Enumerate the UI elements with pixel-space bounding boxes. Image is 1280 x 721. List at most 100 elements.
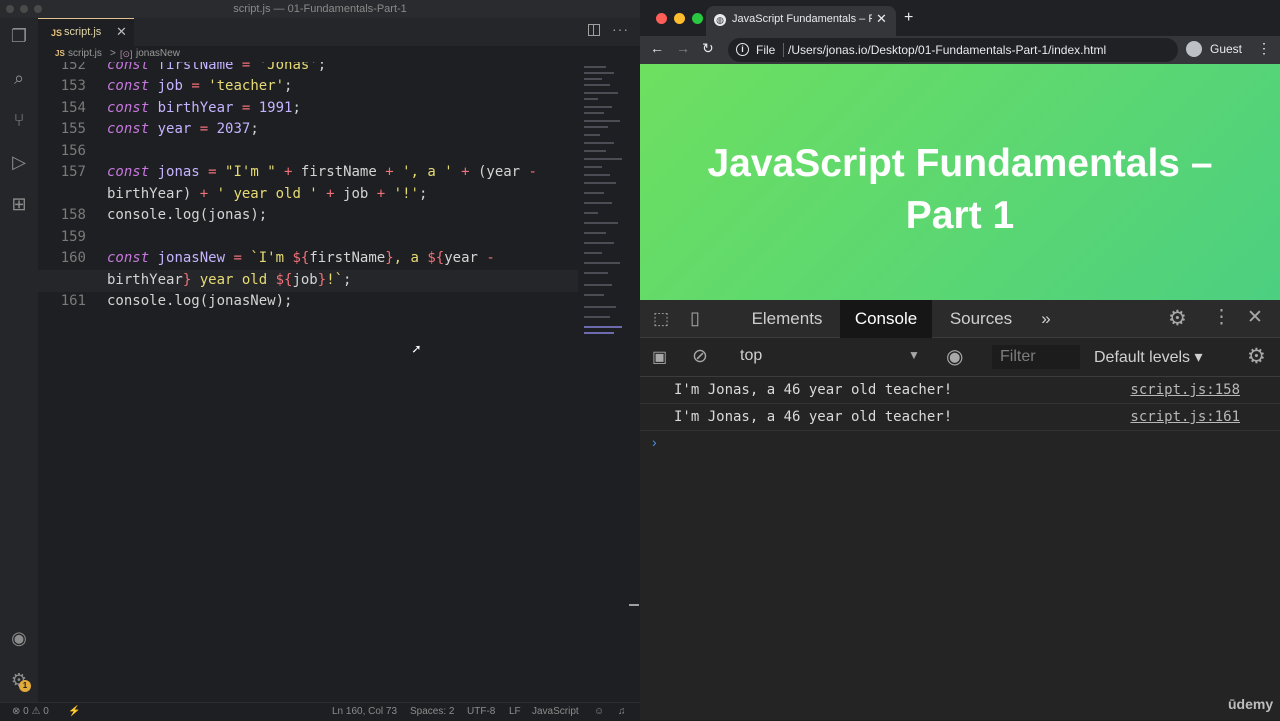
forward-arrow-icon[interactable]: → xyxy=(676,40,690,56)
line-number: 160 xyxy=(60,250,86,266)
tab-sources[interactable]: Sources xyxy=(936,300,1026,338)
back-arrow-icon[interactable]: ← xyxy=(650,40,664,56)
url-divider xyxy=(783,43,784,57)
tab-label: script.js xyxy=(64,26,102,38)
close-devtools-icon[interactable]: ✕ xyxy=(1247,306,1263,329)
source-control-icon[interactable]: ⑂ xyxy=(9,110,29,130)
tab-close-icon[interactable]: ✕ xyxy=(876,11,887,27)
line-number: 153 xyxy=(60,78,86,94)
sidebar-toggle-icon[interactable]: ▣ xyxy=(652,347,667,367)
extensions-icon[interactable]: ⊞ xyxy=(9,194,29,214)
new-tab-button[interactable]: + xyxy=(904,9,913,27)
encoding[interactable]: UTF-8 xyxy=(467,703,495,721)
cursor-position[interactable]: Ln 160, Col 73 xyxy=(332,703,397,721)
console-settings-icon[interactable]: ⚙ xyxy=(1247,344,1266,369)
js-file-icon: JS xyxy=(55,49,65,58)
scrollbar-marker[interactable] xyxy=(629,604,639,606)
settings-gear-icon[interactable]: ⚙ xyxy=(1168,306,1187,331)
code-line: const year = 2037; xyxy=(107,121,259,137)
vscode-titlebar: script.js — 01-Fundamentals-Part-1 xyxy=(0,0,640,18)
explorer-icon[interactable]: ❐ xyxy=(9,26,29,46)
reload-icon[interactable]: ↻ xyxy=(702,40,714,57)
browser-tab[interactable]: ◍ JavaScript Fundamentals – Part 1 ✕ xyxy=(706,6,896,36)
profile-label: Guest xyxy=(1210,42,1243,56)
code-line: const firstName = 'Jonas'; xyxy=(107,62,327,73)
minimap[interactable] xyxy=(580,62,626,342)
console-message: I'm Jonas, a 46 year old teacher! script… xyxy=(640,404,1280,431)
url-text[interactable]: /Users/jonas.io/Desktop/01-Fundamentals-… xyxy=(788,43,1106,57)
browser-tab-title: JavaScript Fundamentals – Part 1 xyxy=(732,13,872,25)
tab-script-js[interactable]: JS script.js ✕ xyxy=(38,18,134,46)
breadcrumb-symbol[interactable]: jonasNew xyxy=(136,46,180,62)
context-selector[interactable]: top xyxy=(740,347,762,365)
language-mode[interactable]: JavaScript xyxy=(532,703,579,721)
feedback-icon[interactable]: ☺ xyxy=(594,703,604,721)
code-line: const jonas = "I'm " + firstName + ', a … xyxy=(107,164,537,180)
more-options-icon[interactable]: ⋮ xyxy=(1212,306,1231,329)
breadcrumb: JS script.js > [⊙] jonasNew xyxy=(38,46,640,62)
info-icon[interactable]: i xyxy=(736,43,749,56)
code-line-wrapped: birthYear} year old ${job}!`; xyxy=(107,272,352,288)
url-scheme-label: File xyxy=(756,43,776,57)
line-number: 152 xyxy=(60,62,86,73)
browser-menu-icon[interactable]: ⋮ xyxy=(1257,40,1271,57)
chevron-down-icon[interactable]: ▼ xyxy=(908,348,920,362)
variable-symbol-icon: [⊙] xyxy=(120,49,133,59)
console-toolbar: ▣ ⊘ top ▼ ◉ Filter Default levels ▾ ⚙ xyxy=(640,338,1280,377)
filter-input[interactable]: Filter xyxy=(992,345,1080,369)
close-window-dot[interactable] xyxy=(6,5,14,13)
notification-badge: 1 xyxy=(19,680,31,692)
browser-tab-strip: ◍ JavaScript Fundamentals – Part 1 ✕ + xyxy=(640,0,1280,36)
js-file-icon: JS xyxy=(51,28,63,38)
more-actions-icon[interactable]: ··· xyxy=(612,21,629,37)
close-window-dot[interactable] xyxy=(656,13,667,24)
browser-window: ◍ JavaScript Fundamentals – Part 1 ✕ + ←… xyxy=(640,0,1280,720)
device-toolbar-icon[interactable]: ▯ xyxy=(690,308,700,329)
console-source-link[interactable]: script.js:158 xyxy=(1130,377,1240,404)
run-debug-icon[interactable]: ▷ xyxy=(9,152,29,172)
breadcrumb-separator: > xyxy=(110,48,116,59)
problems-indicator[interactable]: ⊗ 0 ⚠ 0 xyxy=(12,703,49,721)
code-line: const job = 'teacher'; xyxy=(107,78,293,94)
bell-icon[interactable]: ♫ xyxy=(618,703,626,721)
console-prompt[interactable]: › xyxy=(652,434,657,450)
line-number: 158 xyxy=(60,207,86,223)
status-bar: ⊗ 0 ⚠ 0 ⚡ Ln 160, Col 73 Spaces: 2 UTF-8… xyxy=(0,702,640,720)
console-source-link[interactable]: script.js:161 xyxy=(1130,404,1240,431)
split-editor-icon[interactable] xyxy=(588,24,600,36)
breadcrumb-file[interactable]: script.js xyxy=(68,46,102,62)
code-line: const jonasNew = `I'm ${firstName}, a ${… xyxy=(107,250,495,266)
code-editor[interactable]: 152 const firstName = 'Jonas'; 153 const… xyxy=(38,62,578,702)
window-title: script.js — 01-Fundamentals-Part-1 xyxy=(233,3,407,15)
line-number: 159 xyxy=(60,229,86,245)
tab-close-icon[interactable]: ✕ xyxy=(116,24,127,40)
page-viewport: JavaScript Fundamentals – Part 1 xyxy=(640,64,1280,300)
line-number: 155 xyxy=(60,121,86,137)
inspect-element-icon[interactable]: ⬚ xyxy=(653,309,669,329)
address-bar[interactable]: i File /Users/jonas.io/Desktop/01-Fundam… xyxy=(728,38,1178,62)
live-share-icon[interactable]: ⚡ xyxy=(68,703,80,721)
zoom-window-dot[interactable] xyxy=(34,5,42,13)
minimize-window-dot[interactable] xyxy=(674,13,685,24)
tab-console[interactable]: Console xyxy=(840,300,932,338)
clear-console-icon[interactable]: ⊘ xyxy=(692,345,708,368)
minimize-window-dot[interactable] xyxy=(20,5,28,13)
line-endings[interactable]: LF xyxy=(509,703,521,721)
indentation-setting[interactable]: Spaces: 2 xyxy=(410,703,454,721)
devtools-tab-bar: ⬚ ▯ Elements Console Sources » ⚙ ⋮ ✕ xyxy=(640,300,1280,338)
eye-icon[interactable]: ◉ xyxy=(946,344,963,369)
log-levels-dropdown[interactable]: Default levels ▾ xyxy=(1094,347,1203,367)
more-tabs-icon[interactable]: » xyxy=(1034,300,1058,338)
globe-icon: ◍ xyxy=(714,14,726,26)
search-icon[interactable]: ⌕ xyxy=(9,68,29,88)
editor-tab-bar: JS script.js ✕ ··· xyxy=(38,18,640,46)
udemy-watermark: ūdemy xyxy=(1228,696,1274,712)
devtools-panel: ⬚ ▯ Elements Console Sources » ⚙ ⋮ ✕ ▣ ⊘… xyxy=(640,300,1280,720)
account-icon[interactable]: ◉ xyxy=(9,628,29,648)
tab-elements[interactable]: Elements xyxy=(740,300,834,338)
console-message-text: I'm Jonas, a 46 year old teacher! xyxy=(674,409,953,425)
code-line: console.log(jonas); xyxy=(107,207,268,223)
user-avatar-icon xyxy=(1186,41,1202,57)
zoom-window-dot[interactable] xyxy=(692,13,703,24)
line-number: 156 xyxy=(60,143,86,159)
